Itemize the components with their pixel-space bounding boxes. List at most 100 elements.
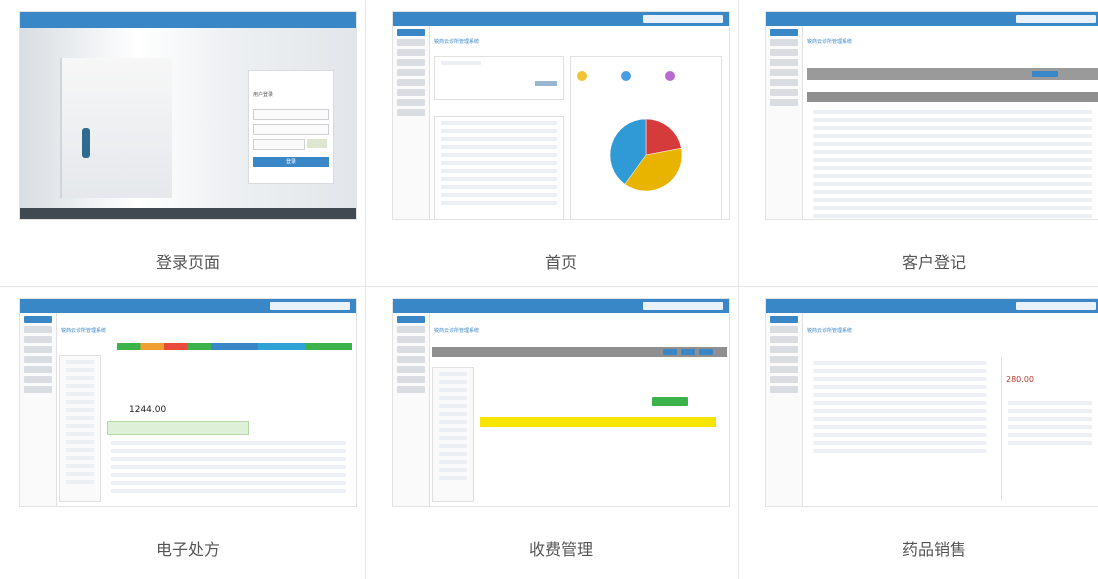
prescription-amount: 1244.00 (129, 405, 167, 415)
page-header: 锐商云诊所管理系统 (807, 328, 853, 334)
table-row (813, 166, 1092, 170)
table-row (111, 449, 346, 453)
toolbar-button[interactable] (681, 349, 695, 355)
table-row (813, 198, 1092, 202)
form-row (1008, 441, 1092, 445)
card-caption: 电子处方 (155, 540, 220, 559)
clinic-background-image: 用户登录 登录 (20, 28, 356, 208)
column-divider (365, 0, 366, 579)
list-item (66, 424, 94, 428)
sidebar-item (397, 336, 425, 343)
pie-chart (609, 118, 683, 192)
sidebar-item (24, 326, 52, 333)
login-title: 用户登录 (253, 92, 274, 98)
row-divider (0, 286, 1098, 287)
filter-bar (107, 421, 249, 435)
screenshot-gallery: 用户登录 登录 登录页面 锐商云诊所管理系统 首页 锐商云诊所管理系统 客户登记… (0, 0, 1098, 579)
user-menu (1016, 15, 1096, 23)
home-thumbnail[interactable]: 锐商云诊所管理系统 (392, 11, 730, 220)
sidebar-item (397, 326, 425, 333)
user-menu (270, 302, 350, 310)
table-row (813, 417, 987, 421)
table-row (111, 465, 346, 469)
password-field[interactable] (253, 124, 329, 135)
table-row (813, 142, 1092, 146)
captcha-field[interactable] (253, 139, 305, 150)
card-caption: 登录页面 (155, 253, 220, 272)
thumb-topbar (20, 12, 356, 28)
table-row (813, 409, 987, 413)
list-item (66, 368, 94, 372)
list-item (439, 412, 467, 416)
sidebar-item (770, 59, 798, 66)
sales-table (807, 357, 993, 500)
stats-table (434, 116, 564, 219)
prescription-thumbnail[interactable]: 锐商云诊所管理系统 1244.00 (19, 298, 357, 507)
thumb-main: 锐商云诊所管理系统 (430, 26, 729, 219)
toolbar-button[interactable] (663, 349, 677, 355)
toolbar-button[interactable] (699, 349, 713, 355)
table-row (441, 185, 557, 189)
page-header: 锐商云诊所管理系统 (807, 39, 853, 45)
table-toolbar (807, 92, 1098, 102)
page-header: 锐商云诊所管理系统 (434, 328, 480, 334)
list-item (66, 360, 94, 364)
patient-list (432, 367, 474, 502)
selected-bill-row[interactable] (480, 417, 716, 427)
list-item (439, 380, 467, 384)
thumb-topbar (20, 299, 356, 313)
sidebar-item (397, 366, 425, 373)
table-row (111, 489, 346, 493)
notice-panel (434, 56, 564, 100)
thumb-topbar (393, 12, 729, 26)
table-row (441, 129, 557, 133)
sidebar-item (770, 316, 798, 323)
list-item (439, 420, 467, 424)
user-menu (643, 302, 723, 310)
card-caption: 药品销售 (901, 540, 966, 559)
thumb-sidebar (393, 26, 430, 219)
table-row (813, 150, 1092, 154)
captcha-image[interactable] (307, 139, 327, 148)
table-row (441, 137, 557, 141)
sidebar-item (397, 99, 425, 106)
sidebar-item (24, 336, 52, 343)
customer-thumbnail[interactable]: 锐商云诊所管理系统 (765, 11, 1098, 220)
doctor-figure-image (82, 128, 90, 158)
sidebar-item (397, 386, 425, 393)
list-item (439, 396, 467, 400)
login-button[interactable]: 登录 (253, 157, 329, 167)
notice-button (535, 81, 557, 86)
table-row (441, 169, 557, 173)
page-header: 锐商云诊所管理系统 (434, 39, 480, 45)
page-header: 锐商云诊所管理系统 (61, 328, 107, 334)
medicine-table (105, 437, 352, 500)
username-field[interactable] (253, 109, 329, 120)
table-row (813, 126, 1092, 130)
sidebar-item (397, 79, 425, 86)
list-item (66, 392, 94, 396)
chart-panel (570, 56, 722, 219)
patient-list (59, 355, 101, 502)
login-footer (20, 208, 356, 219)
list-item (439, 388, 467, 392)
sidebar-item (397, 356, 425, 363)
form-row (1008, 409, 1092, 413)
list-item (66, 440, 94, 444)
sidebar-item (397, 39, 425, 46)
list-item (66, 416, 94, 420)
table-row (813, 182, 1092, 186)
sidebar-item (24, 346, 52, 353)
thumb-sidebar (766, 26, 803, 219)
drug-sales-thumbnail[interactable]: 锐商云诊所管理系统 280.00 (765, 298, 1098, 507)
action-buttons[interactable] (117, 343, 352, 350)
table-row (813, 385, 987, 389)
sidebar-item (24, 386, 52, 393)
list-item (66, 472, 94, 476)
pay-button[interactable] (652, 397, 688, 406)
login-thumbnail[interactable]: 用户登录 登录 (19, 11, 357, 220)
billing-thumbnail[interactable]: 锐商云诊所管理系统 (392, 298, 730, 507)
search-button[interactable] (1032, 71, 1058, 77)
table-row (111, 441, 346, 445)
sidebar-item (397, 69, 425, 76)
